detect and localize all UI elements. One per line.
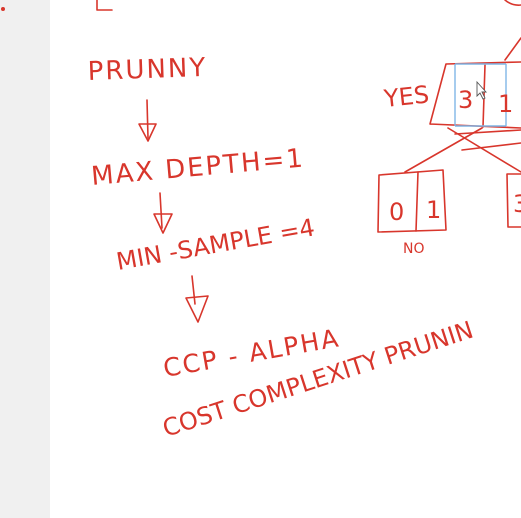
handwriting-layer: PRUNNY MAX DEPTH=1 MIN -SAMPLE =4 CCP - … — [87, 0, 521, 443]
down-arrow-icon — [159, 192, 163, 229]
down-arrow-icon — [146, 99, 149, 139]
left-leaf-divider — [415, 171, 419, 232]
tree-branch-left — [404, 127, 483, 173]
tree-yes-label: YES — [382, 80, 431, 113]
top-node-value-right: 1 — [498, 90, 513, 118]
note-max-depth: MAX DEPTH=1 — [90, 143, 306, 192]
down-arrow-head-icon — [153, 213, 173, 234]
down-arrow-head-icon — [185, 295, 209, 323]
down-arrow-icon — [191, 275, 196, 305]
whiteboard-page: PRUNNY MAX DEPTH=1 MIN -SAMPLE =4 CCP - … — [0, 0, 521, 518]
note-pruning: PRUNNY — [87, 53, 208, 87]
tree-branch-cross — [454, 129, 521, 135]
top-right-curve — [504, 0, 521, 6]
tree-branch-up — [504, 37, 521, 61]
top-cut-stroke — [96, 0, 113, 11]
left-leaf-value-right: 1 — [426, 196, 441, 224]
tree-branch-left-2 — [447, 127, 521, 173]
left-leaf-value-left: 0 — [389, 198, 404, 226]
note-min-sample: MIN -SAMPLE =4 — [114, 213, 317, 275]
right-leaf-value: 3 — [513, 190, 521, 218]
tree-no-label: NO — [403, 241, 425, 257]
tree-branch-cross-2 — [461, 142, 521, 151]
top-node-value-left: 3 — [458, 86, 473, 114]
